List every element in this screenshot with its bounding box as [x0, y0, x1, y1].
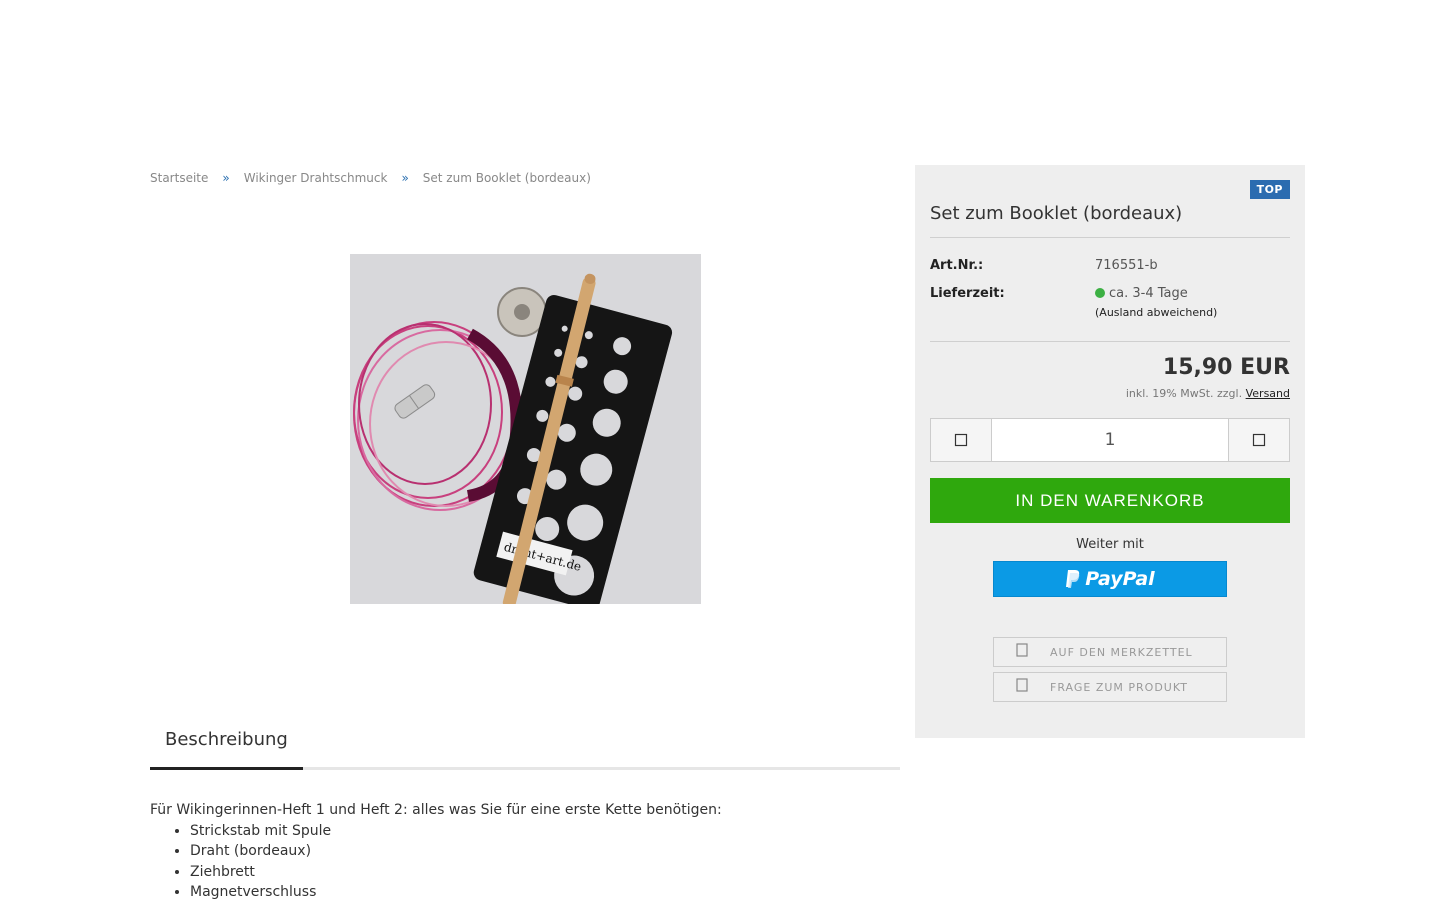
wishlist-label: AUF DEN MERKZETTEL — [1050, 645, 1193, 659]
article-number-label: Art.Nr.: — [930, 258, 984, 273]
product-description: Für Wikingerinnen-Heft 1 und Heft 2: all… — [150, 800, 900, 903]
add-to-wishlist-button[interactable]: AUF DEN MERKZETTEL — [993, 637, 1227, 667]
plus-icon — [1252, 433, 1266, 447]
breadcrumb-category-link[interactable]: Wikinger Drahtschmuck — [244, 171, 388, 185]
delivery-time: ca. 3-4 Tage — [1095, 286, 1188, 301]
breadcrumb-separator: » — [222, 171, 230, 185]
quantity-input[interactable] — [992, 419, 1228, 461]
continue-with-label: Weiter mit — [1076, 537, 1144, 552]
paypal-icon — [1066, 570, 1080, 588]
quantity-decrease-button[interactable] — [931, 419, 992, 461]
buy-box: TOP Set zum Booklet (bordeaux) Art.Nr.: … — [915, 165, 1305, 738]
breadcrumb-separator: » — [401, 171, 409, 185]
article-number-value: 716551-b — [1095, 258, 1158, 273]
tab-active-indicator — [150, 767, 303, 770]
divider — [930, 237, 1290, 238]
divider — [930, 341, 1290, 342]
tax-note: inkl. 19% MwSt. zzgl. Versand — [1126, 387, 1290, 400]
list-item: Draht (bordeaux) — [190, 841, 900, 862]
breadcrumb: Startseite » Wikinger Drahtschmuck » Set… — [150, 171, 591, 185]
product-question-button[interactable]: FRAGE ZUM PRODUKT — [993, 672, 1227, 702]
paypal-button[interactable]: PayPal — [993, 561, 1227, 597]
delivery-note: (Ausland abweichend) — [1095, 306, 1218, 319]
product-price: 15,90 EUR — [1162, 355, 1290, 380]
product-title: Set zum Booklet (bordeaux) — [930, 203, 1183, 224]
heart-icon — [994, 643, 1050, 661]
quantity-increase-button[interactable] — [1228, 419, 1289, 461]
product-image[interactable]: draht+art.de — [350, 254, 701, 604]
description-list: Strickstab mit Spule Draht (bordeaux) Zi… — [150, 821, 900, 903]
minus-icon — [954, 433, 968, 447]
breadcrumb-home-link[interactable]: Startseite — [150, 171, 208, 185]
shipping-link[interactable]: Versand — [1246, 387, 1290, 400]
delivery-status-icon — [1095, 288, 1105, 298]
question-icon — [994, 678, 1050, 696]
delivery-time-value: ca. 3-4 Tage — [1109, 286, 1188, 301]
question-label: FRAGE ZUM PRODUKT — [1050, 680, 1188, 694]
paypal-label: PayPal — [1085, 568, 1155, 590]
list-item: Magnetverschluss — [190, 882, 900, 903]
tax-note-text: inkl. 19% MwSt. zzgl. — [1125, 387, 1243, 400]
list-item: Strickstab mit Spule — [190, 821, 900, 842]
top-badge: TOP — [1249, 180, 1290, 199]
list-item: Ziehbrett — [190, 862, 900, 883]
delivery-time-label: Lieferzeit: — [930, 286, 1005, 301]
description-intro: Für Wikingerinnen-Heft 1 und Heft 2: all… — [150, 802, 722, 818]
quantity-stepper — [930, 418, 1290, 462]
product-photo: draht+art.de — [350, 254, 701, 604]
add-to-cart-button[interactable]: IN DEN WARENKORB — [930, 478, 1290, 523]
product-tabs: Beschreibung — [150, 726, 900, 770]
tab-description[interactable]: Beschreibung — [150, 726, 303, 768]
breadcrumb-current: Set zum Booklet (bordeaux) — [422, 171, 591, 185]
